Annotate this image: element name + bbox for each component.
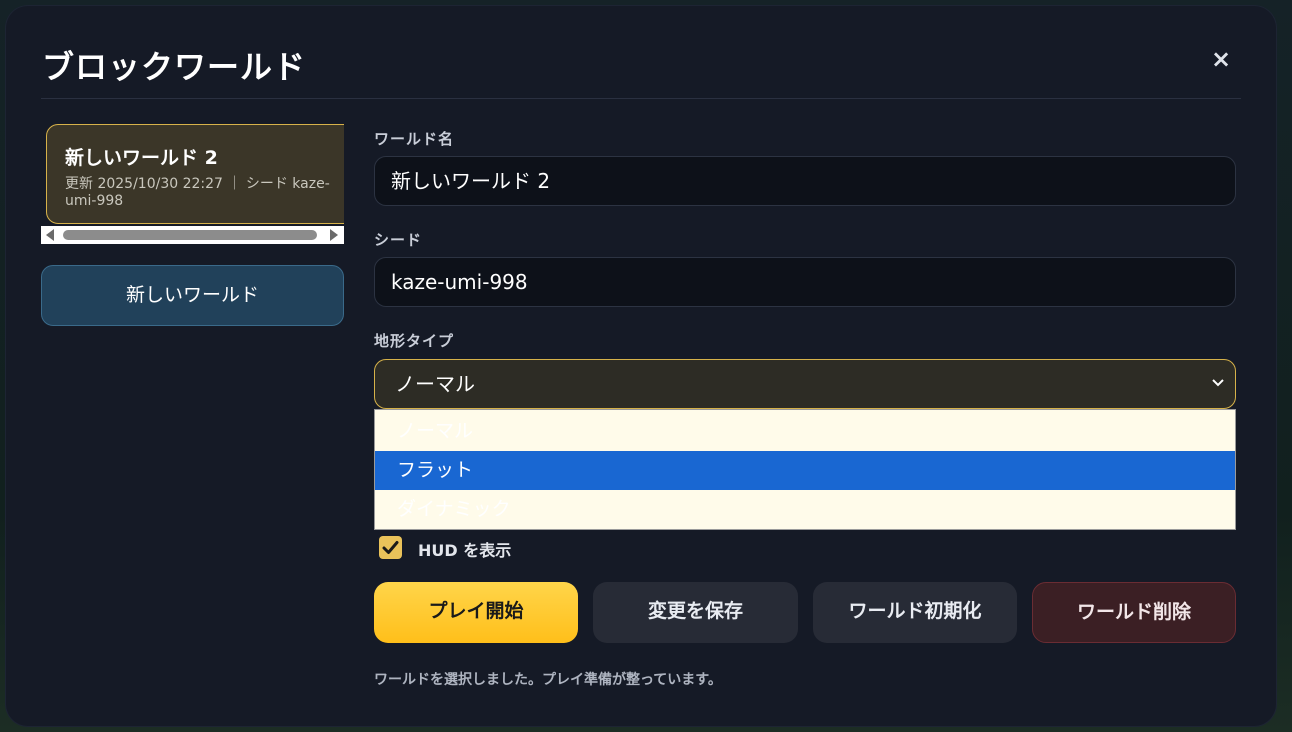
world-card-meta: 更新 2025/10/30 22:27 ｜ シード kaze-umi-998 (65, 176, 330, 209)
close-icon[interactable]: × (1208, 46, 1234, 72)
world-dialog: ブロックワールド × 新しいワールド 2 更新 2025/10/30 22:27… (6, 6, 1276, 726)
scroll-left-icon[interactable] (46, 229, 54, 241)
hud-checkbox-label: HUD を表示 (418, 541, 512, 560)
play-button[interactable]: プレイ開始 (374, 582, 578, 643)
terrain-option-normal[interactable]: ノーマル (375, 412, 1235, 451)
delete-world-button[interactable]: ワールド削除 (1032, 582, 1236, 643)
terrain-type-label: 地形タイプ (374, 332, 455, 350)
seed-input[interactable]: kaze-umi-998 (374, 257, 1236, 307)
horizontal-scrollbar[interactable] (41, 226, 344, 244)
world-name-label: ワールド名 (374, 130, 455, 148)
terrain-selected-value: ノーマル (395, 372, 475, 396)
check-icon (382, 541, 399, 554)
new-world-button[interactable]: 新しいワールド (41, 265, 344, 326)
world-card-name: 新しいワールド 2 (65, 147, 218, 169)
chevron-down-icon (1211, 360, 1225, 408)
world-name-input[interactable]: 新しいワールド 2 (374, 156, 1236, 206)
scrollbar-thumb[interactable] (63, 230, 317, 240)
terrain-type-select[interactable]: ノーマル (374, 359, 1236, 409)
dialog-title: ブロックワールド (42, 48, 307, 86)
save-button[interactable]: 変更を保存 (593, 582, 798, 643)
terrain-option-flat[interactable]: フラット (375, 451, 1235, 490)
world-list: 新しいワールド 2 更新 2025/10/30 22:27 ｜ シード kaze… (41, 124, 344, 244)
terrain-dropdown-list: ノーマル フラット ダイナミック (374, 409, 1236, 530)
world-card[interactable]: 新しいワールド 2 更新 2025/10/30 22:27 ｜ シード kaze… (46, 124, 344, 224)
seed-label: シード (374, 231, 423, 249)
divider (41, 98, 1241, 99)
status-text: ワールドを選択しました。プレイ準備が整っています。 (374, 672, 722, 688)
terrain-option-dynamic[interactable]: ダイナミック (375, 490, 1235, 529)
reset-world-button[interactable]: ワールド初期化 (813, 582, 1017, 643)
scroll-right-icon[interactable] (330, 229, 338, 241)
hud-checkbox[interactable] (379, 536, 402, 559)
